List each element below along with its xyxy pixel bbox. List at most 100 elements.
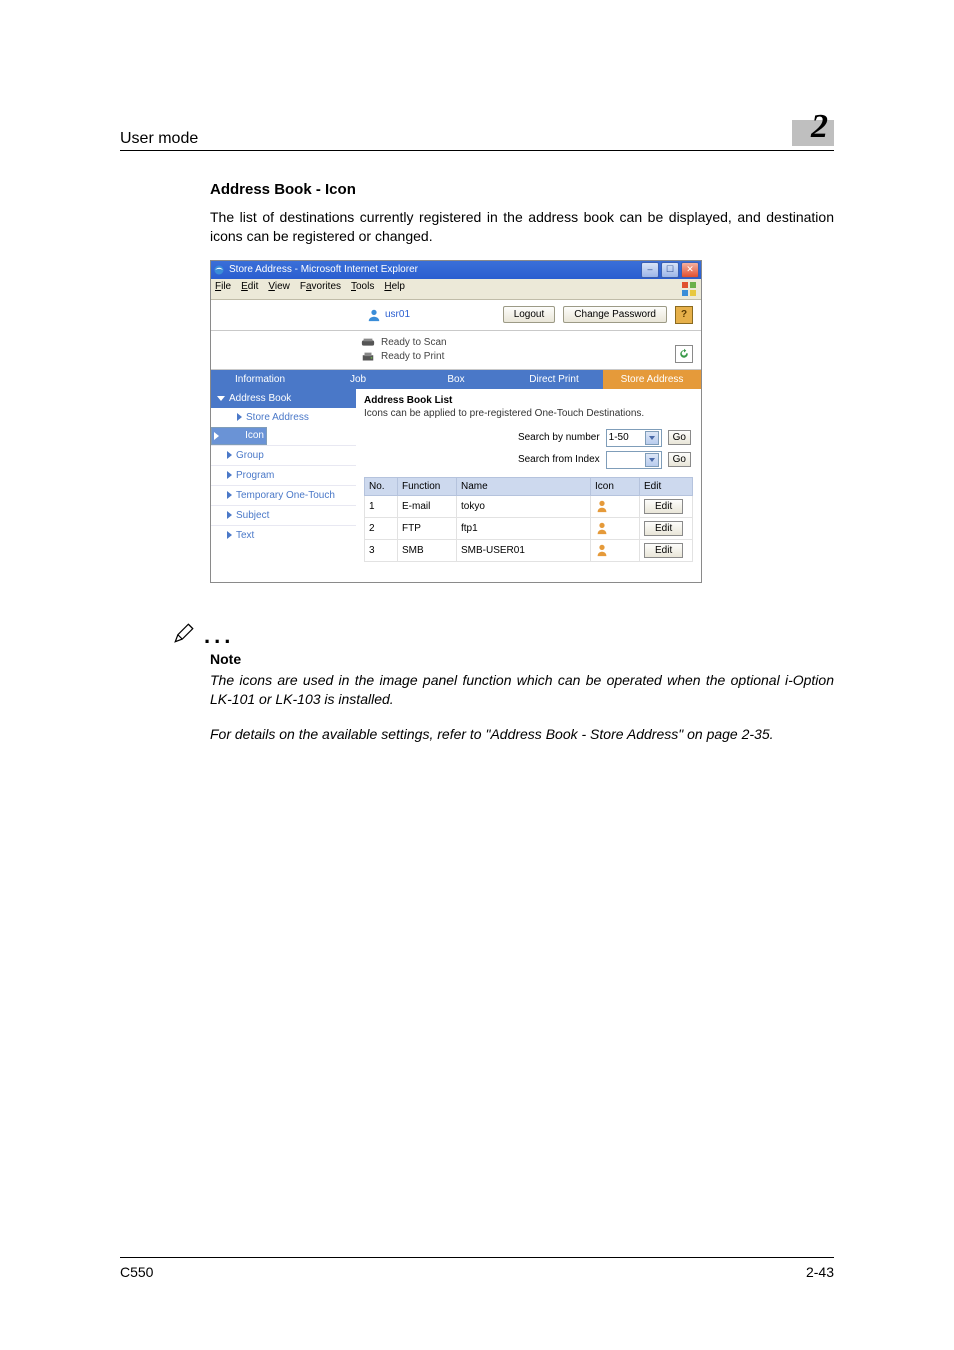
menu-file[interactable]: File — [215, 281, 231, 297]
main-subtitle: Icons can be applied to pre-registered O… — [356, 408, 701, 427]
menu-tools[interactable]: Tools — [351, 281, 374, 297]
col-no: No. — [365, 477, 398, 495]
caret-down-icon — [217, 396, 225, 401]
logged-in-user: usr01 — [367, 308, 410, 322]
printer-icon — [361, 351, 375, 363]
destination-icon — [595, 499, 609, 513]
search-index-label: Search from Index — [518, 454, 600, 465]
address-book-table: No. Function Name Icon Edit 1 E-mail tok… — [364, 477, 693, 562]
search-number-go-button[interactable]: Go — [668, 430, 691, 445]
destination-icon — [595, 521, 609, 535]
cell-no: 2 — [365, 517, 398, 539]
menu-help[interactable]: Help — [384, 281, 405, 297]
cell-no: 3 — [365, 539, 398, 561]
edit-button[interactable]: Edit — [644, 521, 683, 536]
cell-edit: Edit — [640, 517, 693, 539]
device-status-row: Ready to Scan Ready to Print — [211, 331, 701, 370]
caret-right-icon — [227, 531, 232, 539]
col-edit: Edit — [640, 477, 693, 495]
note-marker: ... — [170, 619, 834, 647]
windows-flag-icon — [681, 281, 697, 297]
work-area: Address Book Store Address Icon Group Pr… — [211, 389, 701, 582]
browser-menubar: File Edit View Favorites Tools Help — [211, 279, 701, 300]
side-address-book[interactable]: Address Book — [211, 389, 356, 408]
tab-store-address[interactable]: Store Address — [603, 370, 701, 389]
side-icon[interactable]: Icon — [211, 427, 267, 445]
app-top-strip: usr01 Logout Change Password ? — [211, 300, 701, 331]
cell-icon — [591, 539, 640, 561]
window-title: Store Address - Microsoft Internet Explo… — [229, 264, 418, 275]
ellipsis-icon: ... — [204, 625, 234, 647]
caret-right-icon — [227, 511, 232, 519]
side-subject[interactable]: Subject — [211, 505, 356, 525]
dropdown-arrow-icon — [645, 453, 659, 467]
caret-right-icon — [227, 471, 232, 479]
tab-job[interactable]: Job — [309, 370, 407, 389]
logout-button[interactable]: Logout — [503, 306, 556, 323]
cell-no: 1 — [365, 495, 398, 517]
search-index-select[interactable] — [606, 451, 662, 469]
chapter-number: 2 — [811, 108, 828, 146]
caret-right-icon — [214, 432, 219, 440]
side-nav: Address Book Store Address Icon Group Pr… — [211, 389, 356, 582]
table-row: 1 E-mail tokyo Edit — [365, 495, 693, 517]
user-icon — [367, 308, 381, 322]
main-title: Address Book List — [356, 389, 701, 408]
tab-information[interactable]: Information — [211, 370, 309, 389]
footer-page-number: 2-43 — [806, 1264, 834, 1280]
search-by-number-row: Search by number 1-50 Go — [356, 427, 701, 449]
cell-dest-name: tokyo — [457, 495, 591, 517]
tab-box[interactable]: Box — [407, 370, 505, 389]
note-body-1: The icons are used in the image panel fu… — [210, 671, 834, 709]
main-panel: Address Book List Icons can be applied t… — [356, 389, 701, 582]
side-group[interactable]: Group — [211, 445, 356, 465]
edit-button[interactable]: Edit — [644, 499, 683, 514]
embedded-screenshot: Store Address - Microsoft Internet Explo… — [210, 260, 702, 583]
refresh-button[interactable] — [675, 345, 693, 363]
search-number-label: Search by number — [518, 432, 600, 443]
table-row: 2 FTP ftp1 Edit — [365, 517, 693, 539]
lead-paragraph: The list of destinations currently regis… — [210, 208, 834, 246]
page-footer: C550 2-43 — [120, 1257, 834, 1280]
cell-function: FTP — [398, 517, 457, 539]
caret-right-icon — [227, 451, 232, 459]
caret-right-icon — [227, 491, 232, 499]
window-close-button[interactable]: ✕ — [681, 262, 699, 278]
col-name: Name — [457, 477, 591, 495]
cell-icon — [591, 517, 640, 539]
note-title: Note — [210, 651, 834, 667]
window-minimize-button[interactable]: – — [641, 262, 659, 278]
cell-function: SMB — [398, 539, 457, 561]
change-password-button[interactable]: Change Password — [563, 306, 667, 323]
side-temporary-one-touch[interactable]: Temporary One-Touch — [211, 485, 356, 505]
status-scan: Ready to Scan — [381, 337, 447, 348]
search-index-go-button[interactable]: Go — [668, 452, 691, 467]
search-number-select[interactable]: 1-50 — [606, 429, 662, 447]
dropdown-arrow-icon — [645, 431, 659, 445]
cell-edit: Edit — [640, 539, 693, 561]
user-name: usr01 — [385, 309, 410, 320]
menu-edit[interactable]: Edit — [241, 281, 258, 297]
side-store-address[interactable]: Store Address — [211, 408, 356, 427]
destination-icon — [595, 543, 609, 557]
edit-button[interactable]: Edit — [644, 543, 683, 558]
side-text[interactable]: Text — [211, 525, 356, 545]
status-print: Ready to Print — [381, 351, 444, 362]
menu-view[interactable]: View — [268, 281, 290, 297]
search-from-index-row: Search from Index Go — [356, 449, 701, 471]
tab-direct-print[interactable]: Direct Print — [505, 370, 603, 389]
table-header-row: No. Function Name Icon Edit — [365, 477, 693, 495]
side-program[interactable]: Program — [211, 465, 356, 485]
cell-function: E-mail — [398, 495, 457, 517]
table-row: 3 SMB SMB-USER01 Edit — [365, 539, 693, 561]
help-button[interactable]: ? — [675, 306, 693, 324]
body-column: Address Book - Icon The list of destinat… — [120, 181, 834, 743]
section-title: Address Book - Icon — [210, 181, 834, 198]
footer-model: C550 — [120, 1264, 153, 1280]
refresh-icon — [678, 348, 690, 360]
ie-icon — [213, 264, 225, 276]
menu-favorites[interactable]: Favorites — [300, 281, 341, 297]
window-maximize-button[interactable]: ☐ — [661, 262, 679, 278]
col-function: Function — [398, 477, 457, 495]
caret-right-icon — [237, 413, 242, 421]
